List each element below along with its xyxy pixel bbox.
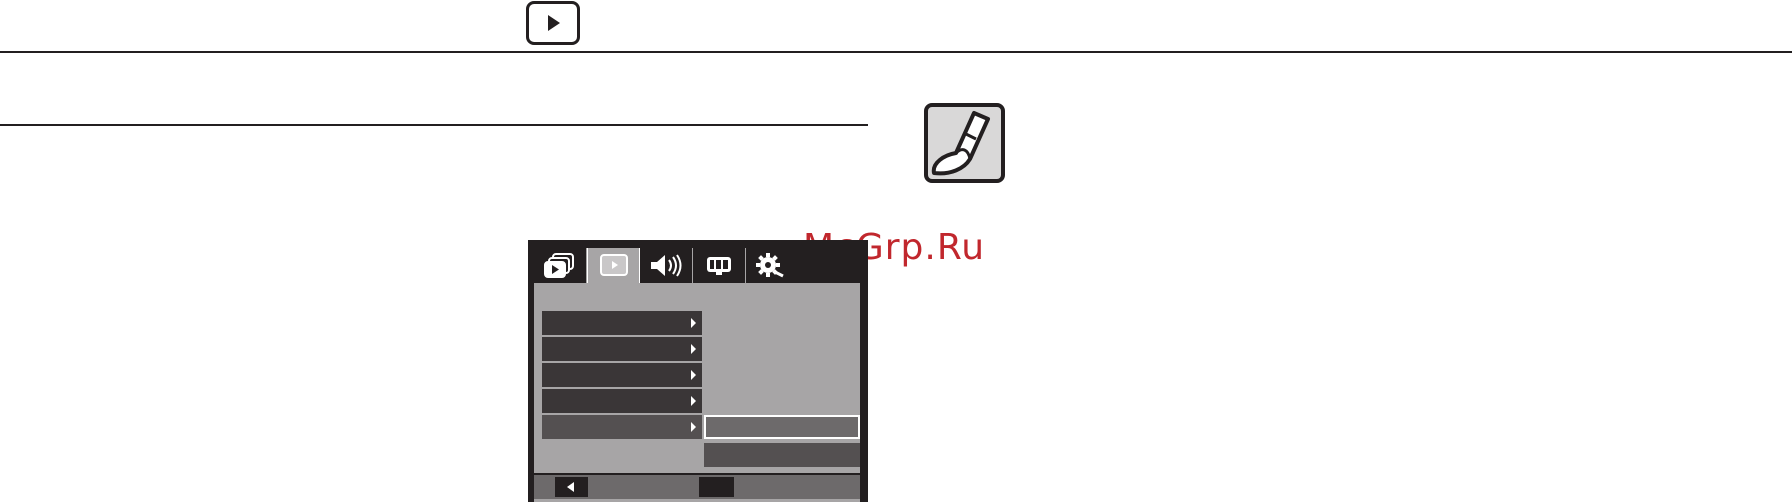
menu-panel — [534, 283, 860, 502]
ok-button[interactable] — [699, 477, 734, 497]
tab-display[interactable] — [693, 248, 746, 283]
menu-item-5-selected[interactable] — [542, 415, 702, 439]
header-divider — [0, 51, 1792, 53]
playback-stack-icon — [544, 253, 574, 278]
settings-gear-icon — [756, 253, 784, 278]
tab-sound[interactable] — [640, 248, 693, 283]
tab-settings[interactable] — [746, 248, 799, 283]
chevron-right-icon — [691, 344, 696, 354]
tab-playback[interactable] — [587, 248, 640, 283]
menu-item-1[interactable] — [542, 311, 702, 335]
speaker-icon — [651, 254, 682, 277]
display-icon — [707, 257, 731, 275]
section-divider — [0, 124, 868, 126]
tab-playback-stack[interactable] — [534, 248, 587, 283]
submenu-option-selected[interactable] — [704, 415, 860, 439]
chevron-right-icon — [691, 396, 696, 406]
menu-item-2[interactable] — [542, 337, 702, 361]
menu-bottom-bar — [534, 473, 860, 499]
camera-menu-screen — [528, 240, 868, 502]
pencil-note-icon — [924, 103, 1005, 183]
back-arrow-icon — [567, 482, 574, 492]
chevron-right-icon — [691, 422, 696, 432]
play-icon — [600, 254, 628, 276]
menu-item-4[interactable] — [542, 389, 702, 413]
submenu-option[interactable] — [704, 443, 860, 467]
back-button[interactable] — [555, 477, 588, 497]
chevron-right-icon — [691, 370, 696, 380]
play-icon — [526, 1, 580, 45]
menu-tab-bar — [534, 248, 860, 283]
chevron-right-icon — [691, 318, 696, 328]
menu-item-3[interactable] — [542, 363, 702, 387]
